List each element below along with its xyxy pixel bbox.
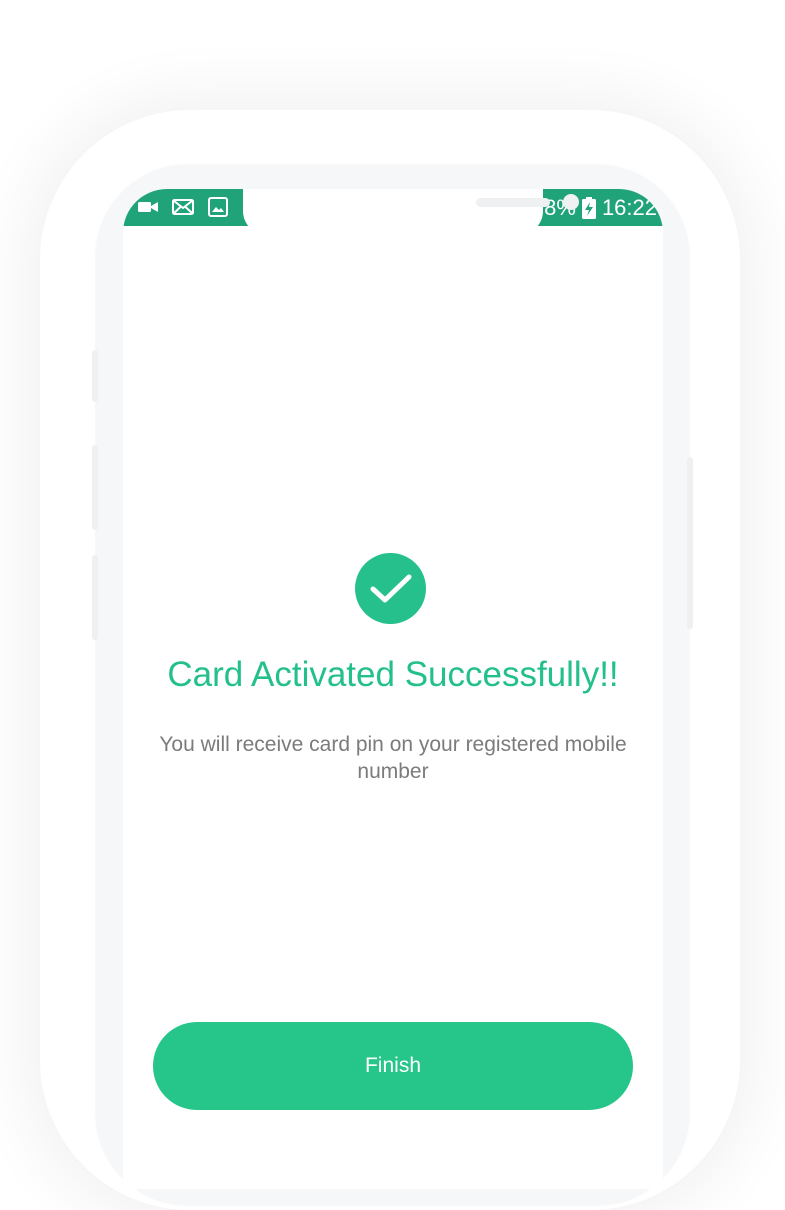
front-camera [563,194,579,210]
bixby-button [92,555,98,640]
checkmark-icon [370,574,411,602]
video-call-icon [138,202,158,212]
app-screen: 8% 16:22 Card Activated Successfully!! Y… [123,189,663,1189]
checkmark-circle-icon [355,553,426,624]
camera-notch [243,189,579,235]
volume-down-button [92,445,98,530]
image-icon [208,197,228,217]
success-message: You will receive card pin on your regist… [159,733,627,783]
speaker-grille [476,198,550,207]
status-icons-left [137,197,229,217]
clock: 16:22 [601,195,657,220]
finish-button[interactable]: Finish [153,1022,633,1110]
success-title: Card Activated Successfully!! [167,655,619,694]
battery-charging-icon [581,197,596,219]
mail-icon [172,199,194,215]
power-button [687,457,693,629]
volume-up-button [92,350,98,402]
status-icons-right: 8% 16:22 [544,195,657,221]
